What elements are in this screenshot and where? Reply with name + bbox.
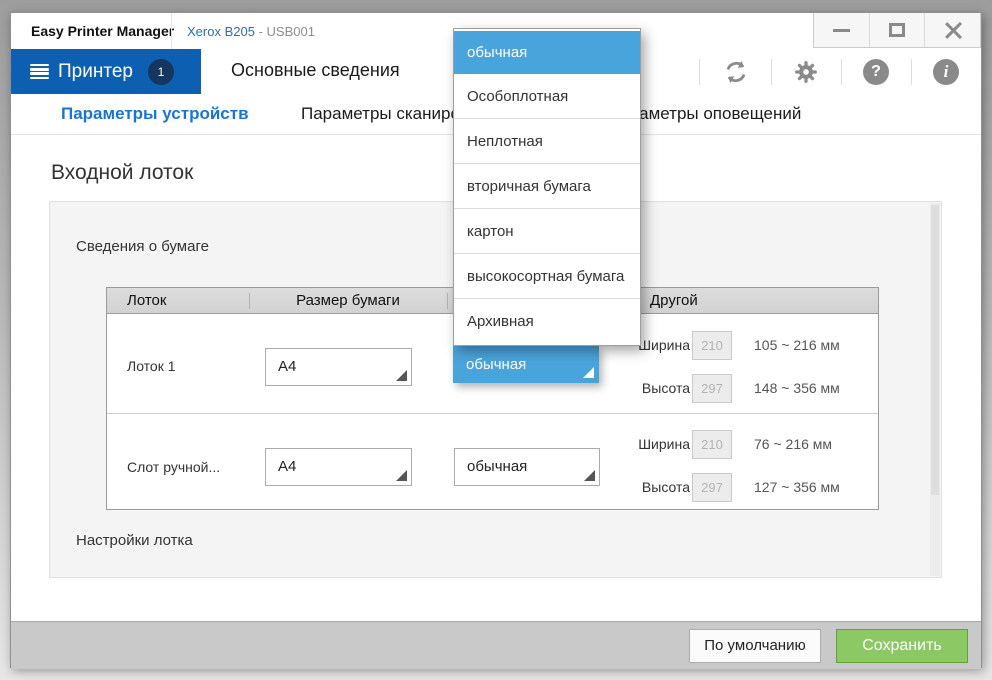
paper-type-dropdown: обычная Особоплотная Неплотная вторичная… <box>453 28 641 346</box>
icon-divider <box>911 59 912 85</box>
icon-divider <box>699 59 700 85</box>
refresh-icon <box>726 60 746 84</box>
page-title: Входной лоток <box>51 161 194 184</box>
help-button[interactable]: ? <box>859 55 893 89</box>
col-tray: Лоток <box>127 292 167 309</box>
panel-scrollbar-thumb[interactable] <box>931 205 939 495</box>
tray1-paper-size-select[interactable]: A4 <box>265 348 412 386</box>
tray1-width-input: 210 <box>692 331 732 360</box>
tray1-width-range: 105 ~ 216 мм <box>754 337 840 353</box>
manual-slot-height-label: Высота <box>641 479 690 495</box>
device-name: Xerox B205 <box>187 24 255 39</box>
icon-divider <box>841 59 842 85</box>
tray1-height-range: 148 ~ 356 мм <box>754 380 840 396</box>
icon-divider <box>771 59 772 85</box>
dropdown-item-thin[interactable]: Неплотная <box>454 119 640 164</box>
select-corner-icon <box>396 370 407 381</box>
device-line: Xerox B205 - USB001 <box>187 24 315 39</box>
close-icon <box>944 21 962 40</box>
panel-scrollbar-track <box>930 203 940 576</box>
manual-slot-paper-type-select[interactable]: обычная <box>454 448 600 486</box>
tray1-paper-type-value: обычная <box>466 356 527 373</box>
dropdown-item-cardstock[interactable]: картон <box>454 209 640 254</box>
window-controls <box>813 13 981 48</box>
save-button[interactable]: Сохранить <box>836 629 968 663</box>
maximize-icon <box>889 23 905 37</box>
maximize-button[interactable] <box>868 13 925 47</box>
select-corner-icon <box>584 470 595 481</box>
refresh-button[interactable] <box>719 55 753 89</box>
col-paper-size: Размер бумаги <box>296 292 400 309</box>
manual-slot-height-input: 297 <box>692 473 732 502</box>
info-button[interactable]: i <box>929 55 963 89</box>
tray1-paper-size-value: A4 <box>278 358 297 375</box>
titlebar-divider <box>171 13 172 49</box>
manual-slot-label: Слот ручной... <box>127 459 221 475</box>
app-title: Easy Printer Manager <box>31 23 175 39</box>
tray-settings-label: Настройки лотка <box>76 532 193 549</box>
dropdown-item-plain[interactable]: обычная <box>454 31 640 74</box>
select-corner-icon <box>396 470 407 481</box>
app-window: Easy Printer Manager Xerox B205 - USB001… <box>10 12 982 669</box>
manual-slot-width-range: 76 ~ 216 мм <box>754 436 833 452</box>
settings-gear-icon <box>795 61 817 83</box>
paper-info-label: Сведения о бумаге <box>76 238 209 255</box>
printer-count-badge: 1 <box>148 59 174 85</box>
tray1-label: Лоток 1 <box>127 358 176 374</box>
dropdown-item-bond[interactable]: высокосортная бумага <box>454 254 640 299</box>
help-icon: ? <box>863 59 889 85</box>
nav-label: Принтер <box>58 60 133 82</box>
minimize-icon <box>833 29 851 32</box>
device-port: - USB001 <box>258 24 315 39</box>
printer-nav-button[interactable]: Принтер 1 <box>11 49 201 94</box>
settings-button[interactable] <box>789 55 823 89</box>
col-other: Другой <box>650 292 698 309</box>
tab-device-settings[interactable]: Параметры устройств <box>61 104 249 124</box>
select-corner-icon <box>583 367 594 378</box>
manual-slot-width-input: 210 <box>692 430 732 459</box>
minimize-button[interactable] <box>814 13 869 47</box>
section-title: Основные сведения <box>231 60 400 80</box>
default-button[interactable]: По умолчанию <box>689 629 821 663</box>
list-menu-icon <box>30 64 49 79</box>
row-divider <box>107 413 878 414</box>
tray1-height-label: Высота <box>641 380 690 396</box>
close-button[interactable] <box>924 13 980 47</box>
info-icon: i <box>933 59 959 85</box>
manual-slot-paper-size-value: A4 <box>278 458 297 475</box>
manual-slot-paper-size-select[interactable]: A4 <box>265 448 412 486</box>
footer-bar: По умолчанию Сохранить <box>11 621 981 669</box>
manual-slot-height-range: 127 ~ 356 мм <box>754 479 840 495</box>
manual-slot-width-label: Ширина <box>638 436 690 452</box>
tray1-paper-type-select-open[interactable]: обычная <box>453 346 599 383</box>
manual-slot-paper-type-value: обычная <box>467 458 528 475</box>
dropdown-item-archive[interactable]: Архивная <box>454 299 640 344</box>
dropdown-item-recycled[interactable]: вторичная бумага <box>454 164 640 209</box>
tray1-height-input: 297 <box>692 374 732 403</box>
dropdown-item-extra-heavy[interactable]: Особоплотная <box>454 74 640 119</box>
